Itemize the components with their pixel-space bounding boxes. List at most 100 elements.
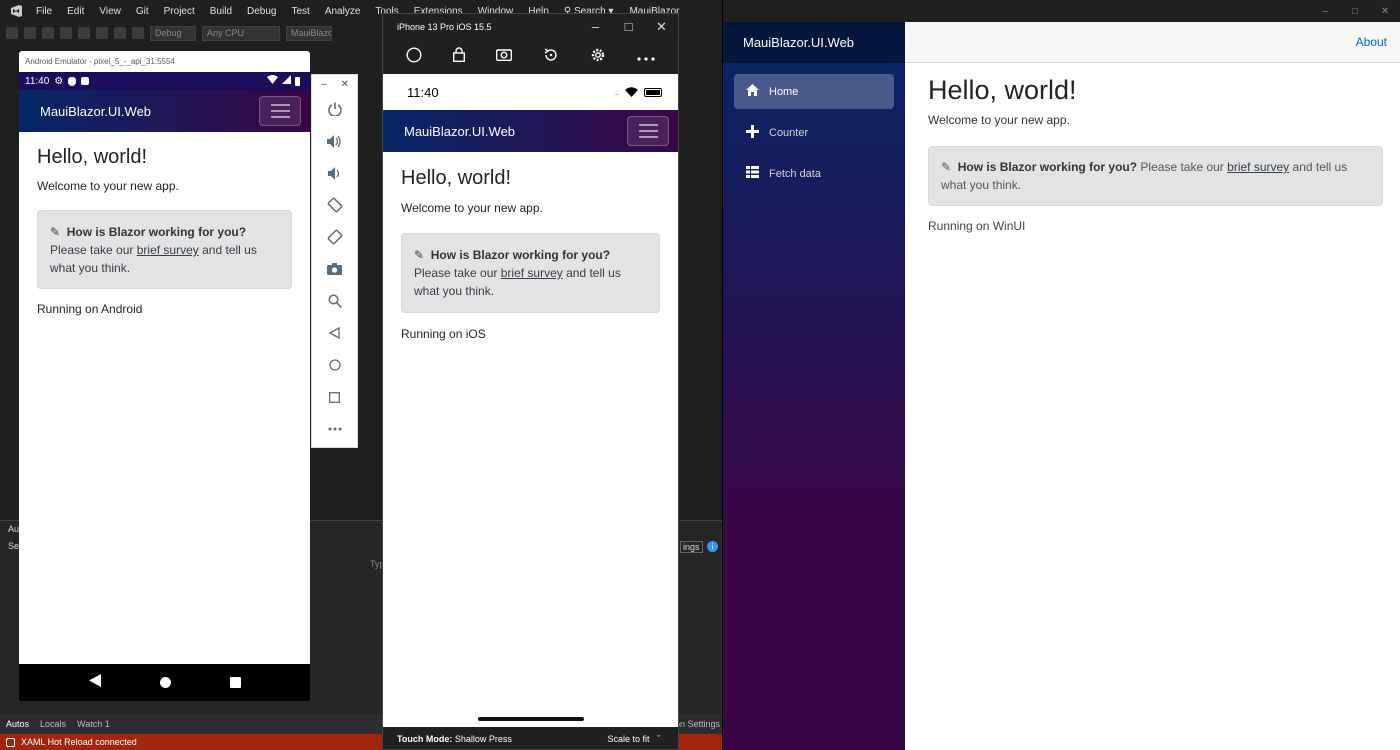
- hot-reload-icon: [6, 737, 15, 747]
- forward-nav-icon[interactable]: [24, 27, 36, 39]
- winui-welcome-text: Welcome to your new app.: [928, 113, 1070, 127]
- iphone-toolbar: [383, 40, 678, 74]
- settings-gear-icon[interactable]: [590, 47, 606, 68]
- menu-build[interactable]: Build: [204, 6, 241, 17]
- menu-test[interactable]: Test: [285, 6, 318, 17]
- nav-item-fetch-data[interactable]: Fetch data: [734, 156, 894, 191]
- android-brand[interactable]: MauiBlazor.UI.Web: [40, 104, 151, 119]
- nav-counter-label: Counter: [769, 126, 809, 139]
- menu-edit[interactable]: Edit: [61, 6, 93, 17]
- save-icon[interactable]: [78, 27, 90, 39]
- configuration-dropdown[interactable]: Debug: [150, 25, 196, 41]
- android-home-icon[interactable]: [159, 677, 171, 688]
- tab-autos[interactable]: Autos: [0, 719, 34, 729]
- android-menu-toggle-button[interactable]: [259, 96, 301, 126]
- iphone-screen: 11:40 .... MauiBlazor.UI.Web Hello, worl…: [383, 74, 678, 727]
- open-icon[interactable]: [60, 27, 72, 39]
- menu-view[interactable]: View: [93, 6, 130, 17]
- target-value: MauiBlazor: [291, 28, 332, 38]
- menu-project[interactable]: Project: [158, 6, 204, 17]
- android-survey-pre: Please take our: [50, 243, 134, 257]
- list-icon: [746, 166, 759, 181]
- android-page-content: Hello, world! Welcome to your new app. ✎…: [19, 132, 310, 316]
- more-icon[interactable]: [312, 413, 357, 445]
- save-all-icon[interactable]: [96, 27, 108, 39]
- target-dropdown[interactable]: MauiBlazor: [286, 25, 332, 41]
- maximize-icon[interactable]: □: [1340, 6, 1370, 17]
- emulator-toolbar: – ✕: [311, 74, 358, 448]
- more-icon[interactable]: [636, 48, 655, 66]
- menu-file[interactable]: File: [30, 6, 61, 17]
- panel-settings-fragment[interactable]: ings: [680, 541, 703, 553]
- undo-icon[interactable]: [114, 27, 126, 39]
- zoom-icon[interactable]: [312, 285, 357, 317]
- home-button-icon[interactable]: [406, 46, 422, 68]
- android-screen: MauiBlazor.UI.Web Hello, world! Welcome …: [19, 90, 310, 665]
- android-emulator-window: Android Emulator - pixel_5_-_api_31:5554…: [19, 51, 310, 701]
- back-icon[interactable]: [312, 317, 357, 349]
- winui-survey-link[interactable]: brief survey: [1227, 160, 1289, 174]
- maximize-icon[interactable]: □: [612, 19, 645, 35]
- signal-icon: [282, 75, 291, 87]
- touch-mode-value[interactable]: Shallow Press: [455, 734, 512, 744]
- android-status-bar: 11:40 ⚙: [19, 72, 310, 90]
- tab-watch-1[interactable]: Watch 1: [71, 719, 115, 729]
- iphone-window-title: iPhone 13 Pro iOS 15.5: [397, 22, 492, 32]
- iphone-running-text: Running on iOS: [401, 327, 486, 341]
- rotate-left-icon[interactable]: [312, 189, 357, 221]
- shield-icon: [68, 76, 77, 86]
- overview-icon[interactable]: [312, 381, 357, 413]
- back-nav-icon[interactable]: [6, 27, 18, 39]
- lock-icon[interactable]: [453, 47, 466, 67]
- close-icon[interactable]: ✕: [341, 79, 349, 90]
- configuration-value: Debug: [155, 28, 182, 38]
- record-icon: [81, 77, 90, 85]
- android-survey-link[interactable]: brief survey: [137, 243, 199, 257]
- minimize-icon[interactable]: –: [1310, 6, 1340, 17]
- status-text: XAML Hot Reload connected: [21, 737, 137, 747]
- volume-down-icon[interactable]: [312, 157, 357, 189]
- rotate-right-icon[interactable]: [312, 221, 357, 253]
- iphone-survey-alert: ✎ How is Blazor working for you? Please …: [401, 233, 660, 313]
- nav-item-counter[interactable]: Counter: [734, 115, 894, 150]
- menu-debug[interactable]: Debug: [241, 6, 285, 17]
- battery-icon: [644, 87, 662, 97]
- pencil-icon: ✎: [50, 225, 61, 239]
- nav-item-home[interactable]: Home: [734, 74, 894, 109]
- volume-up-icon[interactable]: [312, 125, 357, 157]
- power-icon[interactable]: [312, 93, 357, 125]
- tab-locals[interactable]: Locals: [34, 719, 71, 729]
- iphone-survey-link[interactable]: brief survey: [501, 266, 563, 280]
- rotate-icon[interactable]: [543, 47, 559, 68]
- winui-survey-question: How is Blazor working for you?: [957, 160, 1138, 174]
- close-icon[interactable]: ✕: [1370, 6, 1400, 17]
- close-icon[interactable]: ✕: [645, 19, 678, 35]
- menu-git[interactable]: Git: [130, 6, 158, 17]
- android-page-heading: Hello, world!: [37, 146, 148, 168]
- screenshot-icon[interactable]: [496, 48, 513, 66]
- emulator-toolbar-top: – ✕: [312, 75, 357, 93]
- winui-survey-pre: Please take our: [1140, 160, 1224, 174]
- minimize-icon[interactable]: –: [321, 79, 327, 90]
- iphone-brand[interactable]: MauiBlazor.UI.Web: [404, 124, 515, 139]
- redo-icon[interactable]: [132, 27, 144, 39]
- winui-top-row: About: [905, 22, 1400, 63]
- android-back-icon[interactable]: [88, 673, 101, 692]
- minimize-icon[interactable]: –: [579, 19, 612, 35]
- home-icon[interactable]: [312, 349, 357, 381]
- info-icon[interactable]: i: [707, 541, 718, 552]
- android-status-time: 11:40: [25, 75, 50, 87]
- android-overview-icon[interactable]: [229, 677, 241, 688]
- scale-dropdown[interactable]: Scale to fit ˇ: [607, 734, 678, 744]
- about-link[interactable]: About: [1356, 35, 1387, 49]
- platform-dropdown[interactable]: Any CPU: [202, 25, 280, 41]
- winui-brand[interactable]: MauiBlazor.UI.Web: [743, 35, 854, 50]
- android-running-text: Running on Android: [37, 302, 143, 316]
- nav-home-label: Home: [769, 85, 799, 98]
- wifi-icon: [625, 85, 638, 100]
- camera-icon[interactable]: [312, 253, 357, 285]
- menu-analyze[interactable]: Analyze: [319, 6, 370, 17]
- iphone-menu-toggle-button[interactable]: [627, 116, 669, 146]
- new-item-icon[interactable]: [42, 27, 54, 39]
- android-nav-bar: [19, 664, 310, 701]
